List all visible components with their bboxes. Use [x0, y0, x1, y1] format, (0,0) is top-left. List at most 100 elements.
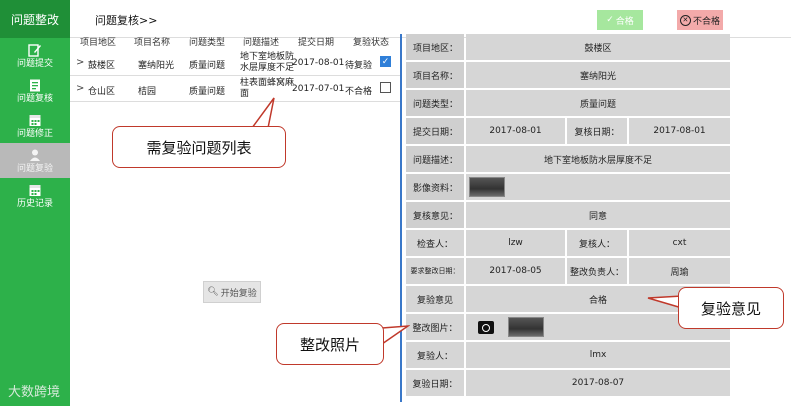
desc-label: 问题描述： — [406, 146, 464, 172]
review-opinion-label: 复核意见： — [406, 202, 464, 228]
row-checkbox[interactable] — [380, 82, 391, 93]
inspector-value: lzw — [466, 230, 565, 256]
column-header: 问题描述 — [243, 38, 280, 48]
desc-value: 地下室地板防水层厚度不足 — [466, 146, 730, 172]
row-status: 不合格 — [345, 87, 373, 97]
type-label: 问题类型： — [406, 90, 464, 116]
row-area: 仓山区 — [88, 87, 116, 97]
callout-opinion: 复验意见 — [678, 287, 784, 329]
reinspector-label: 复验人： — [406, 342, 464, 368]
media-label: 影像资料： — [406, 174, 464, 200]
sidebar-item-history[interactable]: 历史记录 — [0, 178, 70, 213]
sidebar-item-label: 问题修正 — [16, 128, 53, 139]
submit-date-value: 2017-08-01 — [466, 118, 565, 144]
column-header: 提交日期 — [298, 38, 335, 48]
sidebar-item-label: 历史记录 — [16, 198, 53, 209]
reviewer-value: cxt — [629, 230, 730, 256]
detail-row-review-opinion: 复核意见： 同意 — [406, 202, 730, 228]
reinspector-value: lmx — [466, 342, 730, 368]
pass-button-label: 合格 — [615, 16, 634, 27]
callout-tail-list — [251, 97, 275, 129]
media-photo[interactable] — [469, 177, 505, 197]
sidebar-item-reinspect[interactable]: 问题复验 — [0, 143, 70, 178]
search-icon: 🔍︎ — [207, 287, 219, 297]
fail-button[interactable]: ✕ 不合格 — [677, 10, 723, 30]
reinspect-date-label: 复验日期： — [406, 370, 464, 396]
detail-row-dates: 提交日期： 2017-08-01 复核日期： 2017-08-01 — [406, 118, 730, 144]
reviewer-label: 复核人： — [567, 230, 627, 256]
calendar-icon — [29, 184, 41, 196]
start-reinspect-label: 开始复验 — [220, 288, 257, 299]
row-name: 桔园 — [138, 87, 157, 97]
calendar-icon — [29, 114, 41, 126]
fail-button-label: 不合格 — [692, 16, 720, 27]
sidebar-header: 问题整改 — [0, 0, 70, 38]
start-reinspect-button[interactable]: 🔍︎ 开始复验 — [203, 281, 261, 303]
detail-row-media: 影像资料： — [406, 174, 730, 200]
reinspect-date-value: 2017-08-07 — [466, 370, 730, 396]
detail-row-type: 问题类型： 质量问题 — [406, 90, 730, 116]
rectify-photo[interactable] — [508, 317, 544, 337]
detail-row-reinspector: 复验人： lmx — [406, 342, 730, 368]
camera-icon[interactable] — [478, 320, 494, 334]
row-date: 2017-07-01 — [292, 84, 345, 94]
row-checkbox[interactable]: ✓ — [380, 56, 391, 67]
sidebar-item-fix[interactable]: 问题修正 — [0, 108, 70, 143]
sidebar-item-review[interactable]: 问题复核 — [0, 73, 70, 108]
row-area: 鼓楼区 — [88, 61, 116, 71]
sidebar-item-label: 问题复核 — [16, 93, 53, 104]
watermark: 大数跨境 — [8, 385, 61, 400]
deadline-label: 要求整改日期： — [406, 258, 464, 284]
review-date-value: 2017-08-01 — [629, 118, 730, 144]
table-row[interactable]: > 仓山区 桔园 质量问题 柱表面蜂窝麻面 2017-07-01 不合格 — [70, 76, 400, 102]
name-value: 塞纳阳光 — [466, 62, 730, 88]
person-icon — [30, 149, 40, 161]
column-header: 复验状态 — [353, 38, 390, 48]
rectifier-label: 整改负责人： — [567, 258, 627, 284]
column-header: 问题类型 — [189, 38, 226, 48]
review-opinion-value: 同意 — [466, 202, 730, 228]
sidebar: 问题整改 问题提交 问题复核 问题修正 问题复验 历史记录 大数跨境 — [0, 0, 70, 406]
submit-date-label: 提交日期： — [406, 118, 464, 144]
sidebar-item-submit[interactable]: 问题提交 — [0, 38, 70, 73]
detail-row-deadline: 要求整改日期： 2017-08-05 整改负责人： 周瑜 — [406, 258, 730, 284]
row-type: 质量问题 — [189, 87, 226, 97]
name-label: 项目名称： — [406, 62, 464, 88]
media-value — [466, 174, 730, 200]
column-header: 项目地区 — [80, 38, 117, 48]
header: 问题复核>> ✓ 合格 ✕ 不合格 — [70, 0, 791, 38]
detail-row-people: 检查人： lzw 复核人： cxt — [406, 230, 730, 256]
rectifier-value: 周瑜 — [629, 258, 730, 284]
callout-tail-photo — [381, 325, 410, 345]
rectify-photo-label: 整改图片： — [406, 314, 464, 340]
table-header: 项目地区 项目名称 问题类型 问题描述 提交日期 复验状态 — [70, 35, 400, 51]
callout-photo: 整改照片 — [276, 323, 384, 365]
detail-row-desc: 问题描述： 地下室地板防水层厚度不足 — [406, 146, 730, 172]
row-status: 待复验 — [345, 61, 373, 71]
chevron-right-icon: > — [76, 57, 85, 68]
inspector-label: 检查人： — [406, 230, 464, 256]
review-date-label: 复核日期： — [567, 118, 627, 144]
reinspect-opinion-label: 复验意见 — [406, 286, 464, 312]
detail-row-area: 项目地区： 鼓楼区 — [406, 34, 730, 60]
page-title: 问题复核>> — [95, 14, 158, 27]
check-icon: ✓ — [606, 15, 614, 25]
pass-button[interactable]: ✓ 合格 — [597, 10, 643, 30]
area-value: 鼓楼区 — [466, 34, 730, 60]
sidebar-item-label: 问题复验 — [16, 163, 53, 174]
row-date: 2017-08-01 — [292, 58, 345, 68]
type-value: 质量问题 — [466, 90, 730, 116]
column-header: 项目名称 — [134, 38, 171, 48]
area-label: 项目地区： — [406, 34, 464, 60]
callout-list: 需复验问题列表 — [112, 126, 286, 168]
deadline-value: 2017-08-05 — [466, 258, 565, 284]
row-desc: 地下室地板防水层厚度不足 — [240, 52, 295, 73]
chevron-right-icon: > — [76, 83, 85, 94]
edit-icon — [28, 43, 41, 57]
row-type: 质量问题 — [189, 61, 226, 71]
sidebar-item-label: 问题提交 — [16, 58, 53, 69]
detail-row-reinspect-date: 复验日期： 2017-08-07 — [406, 370, 730, 396]
table-row[interactable]: > 鼓楼区 塞纳阳光 质量问题 地下室地板防水层厚度不足 2017-08-01 … — [70, 50, 400, 76]
clipboard-icon — [30, 79, 40, 91]
close-icon: ✕ — [679, 14, 691, 26]
